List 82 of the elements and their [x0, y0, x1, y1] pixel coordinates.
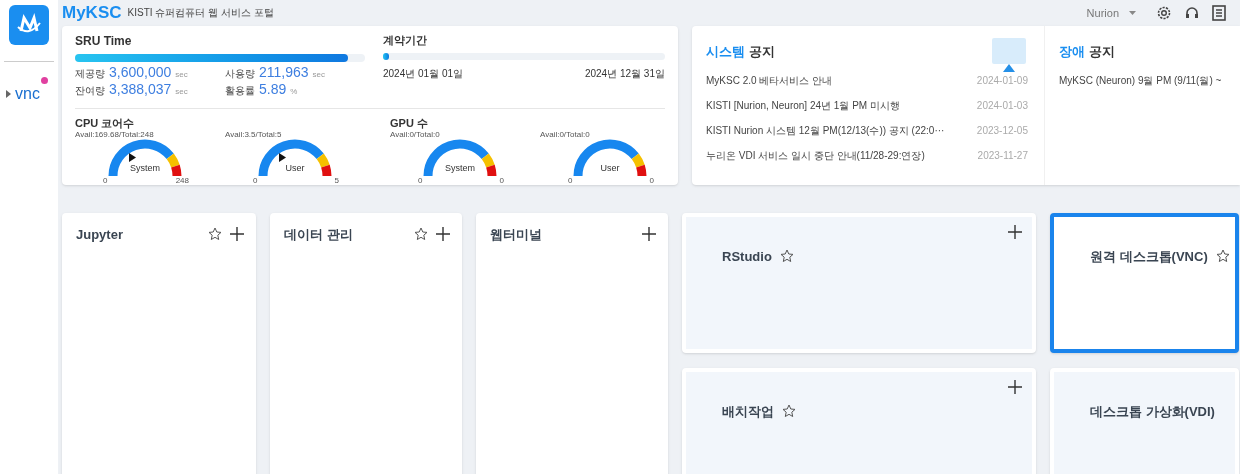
tile-title: RStudio [722, 247, 772, 266]
app-title: MyKSC [62, 2, 122, 24]
gauge-max: 5 [334, 175, 339, 185]
service-tile[interactable]: 배치작업 [682, 367, 1036, 474]
notice-title: 공지 [1089, 42, 1115, 61]
stat-unit: sec [312, 68, 326, 81]
add-icon[interactable] [436, 227, 450, 242]
sidebar-item[interactable]: vnc [0, 76, 49, 106]
service-tile[interactable]: Jupyter [62, 212, 256, 474]
stat-unit: sec [175, 85, 188, 98]
start-date: 2024년 01월 01일 [383, 67, 464, 81]
notice-title-accent: 장애 [1059, 42, 1085, 61]
stat-value: 3,388,037 [109, 81, 172, 97]
stat-label: 사용량 [225, 66, 255, 81]
star-icon[interactable] [782, 404, 796, 419]
gauge-max: 0 [499, 175, 504, 185]
notice-link[interactable]: 누리온 VDI 서비스 일시 중단 안내(11/28-29:연장) [706, 148, 925, 163]
app-logo-icon[interactable] [9, 5, 49, 45]
app-subtitle: KISTI 슈퍼컴퓨터 웹 서비스 포털 [127, 6, 274, 21]
monitor-icon [990, 35, 1028, 74]
gauge-label: User [284, 161, 306, 175]
service-tile[interactable]: 데이터 관리 [270, 212, 462, 474]
gauge-min: 0 [418, 175, 423, 185]
end-date: 2024년 12월 31일 [584, 67, 665, 81]
stat-unit: sec [175, 68, 188, 81]
section-title: 계약기간 [383, 32, 428, 48]
settings-icon[interactable] [1156, 4, 1172, 21]
stat-value: 3,600,000 [109, 64, 172, 80]
star-icon[interactable] [208, 227, 222, 242]
notice-date: 2023-11-27 [977, 149, 1028, 163]
notice-date: 2024-01-03 [976, 99, 1028, 113]
star-icon[interactable] [414, 227, 428, 242]
caret-icon [1129, 10, 1136, 15]
gauge-min: 0 [103, 175, 108, 185]
add-icon[interactable] [642, 227, 656, 242]
tile-title: 데스크톱 가상화(VDI) [1090, 402, 1215, 421]
notice-link[interactable]: KISTI Nurion 시스템 12월 PM(12/13(수)) 공지 (22:0··· [706, 123, 945, 138]
tile-title: 원격 데스크톱(VNC) [1090, 247, 1208, 266]
gauge-max: 0 [649, 175, 654, 185]
notice-date: 2024-01-09 [976, 74, 1028, 88]
service-tile[interactable]: 원격 데스크톱(VNC) [1050, 212, 1239, 353]
tile-title: Jupyter [76, 225, 123, 244]
document-icon[interactable] [1212, 4, 1226, 21]
notice-link[interactable]: KISTI [Nurion, Neuron] 24년 1월 PM 미시행 [706, 98, 900, 113]
tile-title: 웹터미널 [490, 225, 542, 244]
gauge-label: User [599, 161, 621, 175]
section-title: GPU 수 [390, 116, 429, 130]
tile-title: 데이터 관리 [284, 225, 353, 244]
headset-icon[interactable] [1184, 4, 1200, 21]
add-icon[interactable] [1008, 379, 1022, 394]
service-tile[interactable]: 데스크톱 가상화(VDI) [1050, 367, 1239, 474]
gauge-caption: Avail:0/Total:0 [390, 129, 440, 139]
gauge-caption: Avail:3.5/Total:5 [225, 129, 282, 139]
gauge-caption: Avail:0/Total:0 [540, 129, 590, 139]
star-icon[interactable] [779, 249, 794, 264]
gauge-label: System [444, 161, 476, 175]
gauge-min: 0 [568, 175, 573, 185]
stat-value: 5.89 [259, 81, 287, 97]
notice-link[interactable]: MyKSC 2.0 베타서비스 안내 [706, 73, 833, 88]
gauge-max: 248 [175, 175, 189, 185]
gauge-label: System [129, 161, 161, 175]
service-tile[interactable]: 웹터미널 [476, 212, 668, 474]
section-title: SRU Time [75, 32, 133, 50]
stat-value: 211,963 [259, 64, 309, 80]
service-tile[interactable]: RStudio [682, 212, 1036, 353]
expand-arrow-icon [6, 90, 11, 98]
star-icon[interactable] [1215, 249, 1230, 264]
stat-unit: % [290, 85, 298, 98]
notice-date: 2023-12-05 [976, 124, 1028, 138]
add-icon[interactable] [1008, 224, 1022, 239]
notice-link[interactable]: MyKSC (Neuron) 9월 PM (9/11(월) ~ [1059, 73, 1222, 88]
stat-label: 활용률 [225, 83, 255, 98]
section-title: CPU 코어수 [75, 116, 136, 130]
gauge-min: 0 [253, 175, 258, 185]
stat-label: 제공량 [75, 66, 105, 81]
add-icon[interactable] [230, 227, 244, 242]
gauge-caption: Avail:169.68/Total:248 [75, 129, 154, 139]
cluster-dropdown[interactable]: Nurion [1086, 4, 1136, 21]
notice-title-accent: 시스템 [706, 42, 745, 61]
notice-title: 공지 [749, 42, 775, 61]
stat-label: 잔여량 [75, 83, 105, 98]
tile-title: 배치작업 [722, 402, 774, 421]
